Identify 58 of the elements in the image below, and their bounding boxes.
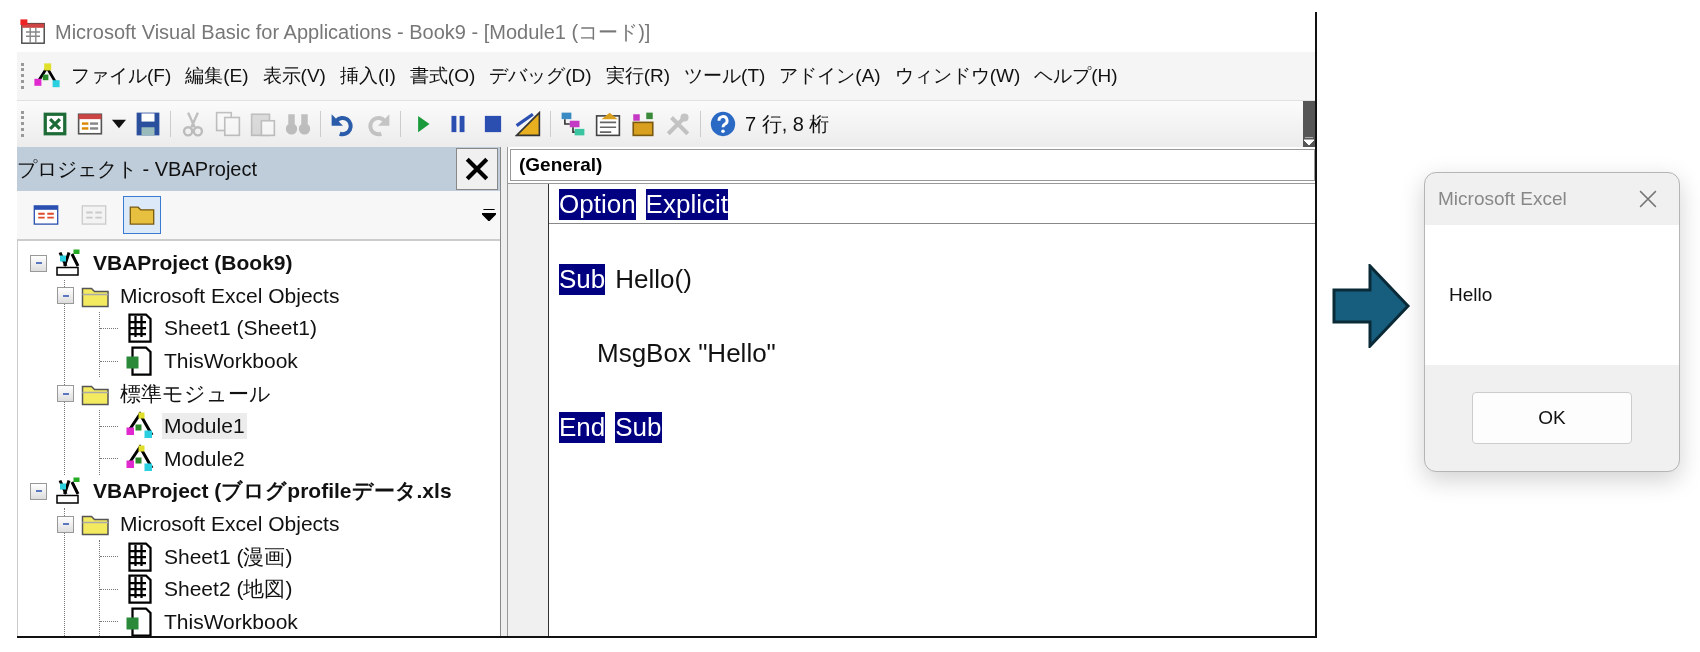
app-icon: [33, 62, 61, 90]
right-arrow-icon: [1332, 264, 1412, 348]
cursor-position: 7 行, 8 桁: [745, 111, 830, 137]
collapse-toggle[interactable]: [30, 482, 47, 500]
dialog-message: Hello: [1449, 284, 1493, 306]
folder-icon[interactable]: [123, 196, 161, 234]
collapse-toggle[interactable]: [57, 287, 74, 305]
tree-item[interactable]: ThisWorkbook: [162, 348, 300, 375]
code-text: End: [559, 412, 606, 443]
tree-item[interactable]: Sheet1 (漫画): [162, 541, 295, 572]
menu-item[interactable]: 実行(R): [605, 63, 671, 89]
object-dropdown[interactable]: (General): [510, 149, 1315, 181]
tree-item[interactable]: 標準モジュール: [118, 378, 273, 409]
menu-item[interactable]: 挿入(I): [339, 63, 396, 89]
code-text: Explicit: [645, 189, 728, 220]
box-icon[interactable]: [630, 111, 656, 137]
spreadsheet-icon[interactable]: [42, 111, 68, 137]
menu-item[interactable]: デバッグ(D): [489, 63, 592, 89]
card-icon[interactable]: [595, 111, 621, 137]
menu-item[interactable]: 編集(E): [185, 63, 249, 89]
code-text: MsgBox "Hello": [597, 338, 776, 369]
caret-icon[interactable]: [112, 119, 126, 129]
ok-button[interactable]: OK: [1472, 392, 1632, 444]
overflow-icon[interactable]: [482, 209, 496, 221]
pane-title: プロジェクト - VBAProject: [17, 156, 258, 182]
menu-item[interactable]: 書式(O): [409, 63, 476, 89]
tree-item[interactable]: Module1: [162, 413, 247, 440]
tree-item[interactable]: VBAProject (Book9): [91, 250, 295, 277]
collapse-toggle[interactable]: [57, 385, 74, 403]
menu-item[interactable]: ツール(T): [684, 63, 766, 89]
form-icon[interactable]: [77, 111, 103, 137]
code-text: Option: [559, 189, 636, 220]
help-icon[interactable]: [710, 111, 736, 137]
code-text: Sub: [615, 412, 662, 443]
tree-item[interactable]: Sheet2 (地図): [162, 574, 295, 605]
menu-item[interactable]: ヘルプ(H): [1034, 63, 1118, 89]
tree-item[interactable]: Microsoft Excel Objects: [118, 282, 342, 309]
code-text: Hello(): [615, 264, 692, 295]
tree-item[interactable]: Module2: [162, 445, 247, 472]
menu-item[interactable]: 表示(V): [262, 63, 326, 89]
dialog-title: Microsoft Excel: [1438, 188, 1567, 210]
menu-item[interactable]: ファイル(F): [71, 63, 172, 89]
tree-item[interactable]: Microsoft Excel Objects: [118, 511, 342, 538]
window-title: Microsoft Visual Basic for Applications - Book9 - [Module1 (コード)]: [55, 19, 651, 45]
module-icon: [124, 443, 156, 474]
menu-item[interactable]: ウィンドウ(W): [894, 63, 1021, 89]
close-icon[interactable]: [464, 156, 490, 182]
ruler-icon[interactable]: [515, 111, 541, 137]
overflow-icon[interactable]: [1304, 137, 1314, 145]
tree-item[interactable]: VBAProject (ブログprofileデータ.xls: [91, 476, 454, 507]
close-button[interactable]: [456, 148, 498, 190]
tree-item[interactable]: Sheet1 (Sheet1): [162, 315, 319, 342]
tree-icon[interactable]: [560, 111, 586, 137]
tree-item[interactable]: ThisWorkbook: [162, 608, 300, 635]
collapse-toggle[interactable]: [57, 515, 74, 533]
collapse-toggle[interactable]: [30, 254, 47, 272]
code-text: Sub: [559, 264, 606, 295]
menu-item[interactable]: アドイン(A): [779, 63, 881, 89]
